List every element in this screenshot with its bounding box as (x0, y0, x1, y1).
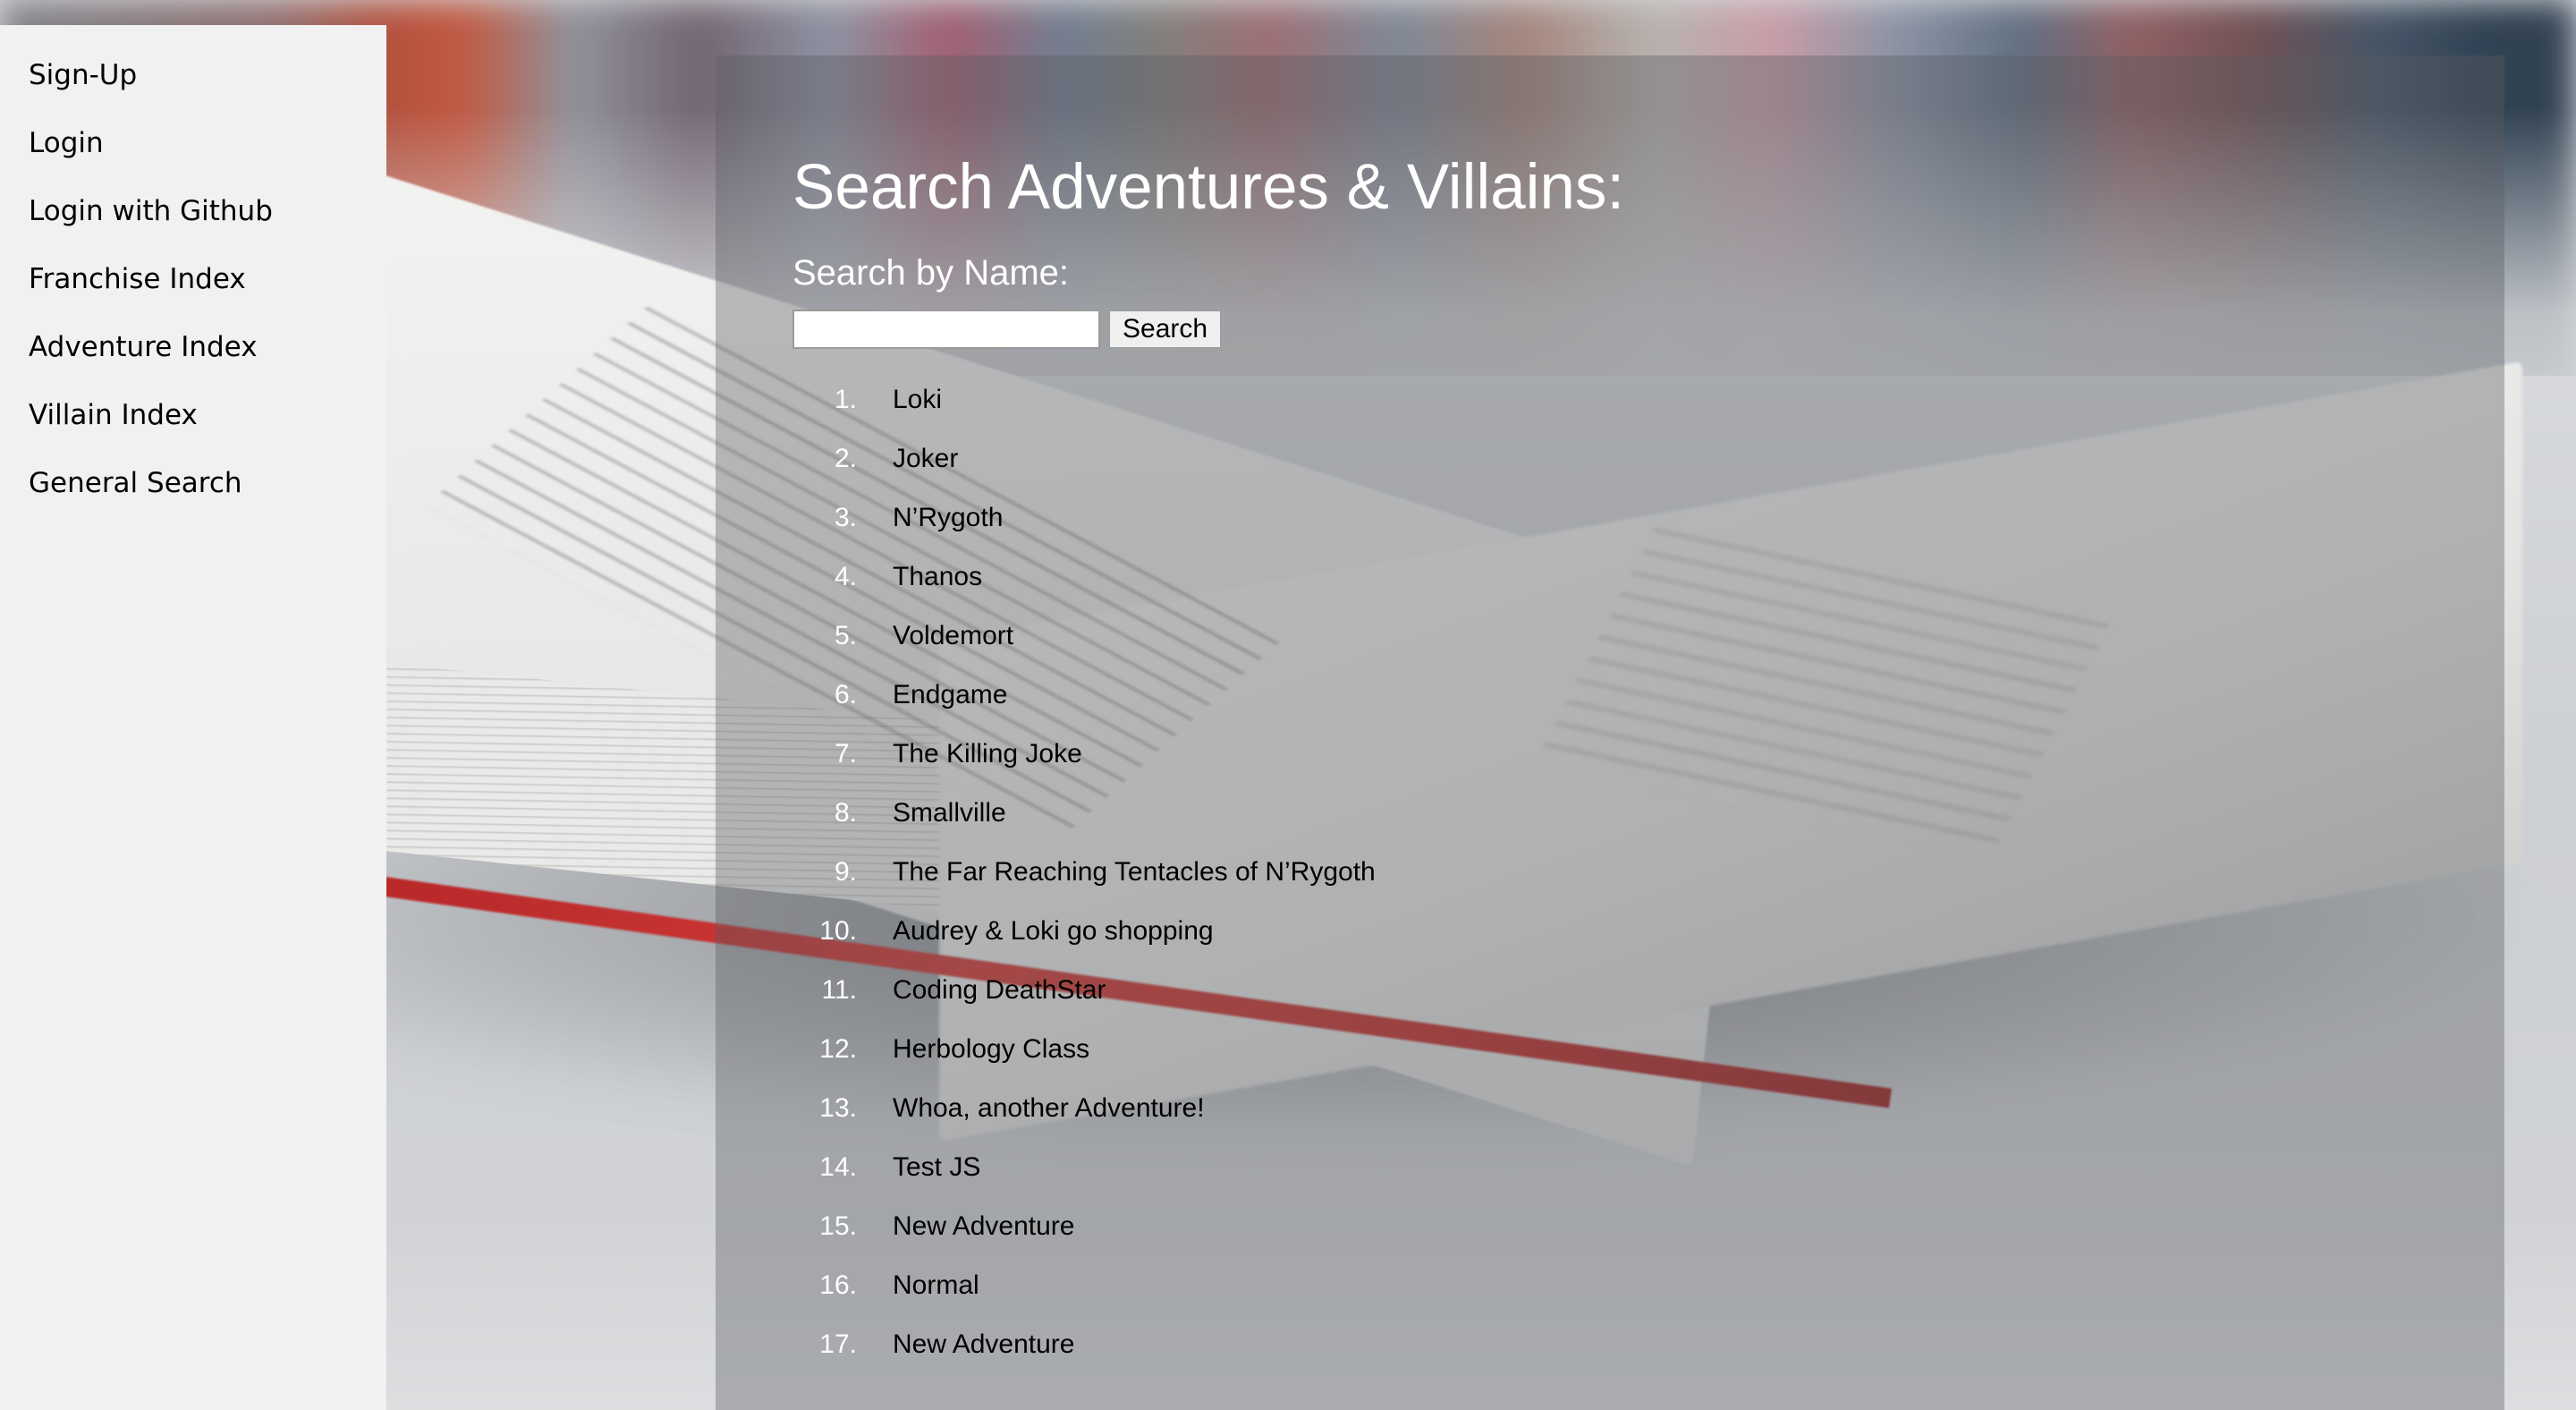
list-item-number: 6. (834, 680, 857, 709)
list-item: 8. Smallville (792, 784, 2504, 843)
result-link[interactable]: The Far Reaching Tentacles of N’Rygoth (893, 857, 1376, 888)
result-link[interactable]: N’Rygoth (893, 503, 1003, 533)
list-item: 9. The Far Reaching Tentacles of N’Rygoth (792, 843, 2504, 902)
result-link[interactable]: Joker (893, 444, 958, 474)
result-link[interactable]: New Adventure (893, 1329, 1074, 1360)
result-link[interactable]: The Killing Joke (893, 739, 1082, 769)
list-item: 14. Test JS (792, 1138, 2504, 1197)
list-item: 4. Thanos (792, 548, 2504, 607)
list-item: 7. The Killing Joke (792, 725, 2504, 784)
list-item: 16. Normal (792, 1256, 2504, 1315)
list-item: 13. Whoa, another Adventure! (792, 1079, 2504, 1138)
result-link[interactable]: Smallville (893, 798, 1006, 828)
list-item-number: 14. (819, 1152, 857, 1182)
result-link[interactable]: Loki (893, 385, 942, 415)
list-item: 3. N’Rygoth (792, 488, 2504, 548)
sidebar-item-sign-up[interactable]: Sign-Up (0, 41, 386, 109)
list-item: 17. New Adventure (792, 1315, 2504, 1374)
list-item: 15. New Adventure (792, 1197, 2504, 1256)
list-item-number: 7. (834, 739, 857, 769)
search-input[interactable] (792, 310, 1100, 349)
search-panel: Search Adventures & Villains: Search by … (716, 55, 2504, 1410)
list-item-number: 15. (819, 1211, 857, 1241)
sidebar-item-login-github[interactable]: Login with Github (0, 177, 386, 245)
sidebar-item-adventure-index[interactable]: Adventure Index (0, 313, 386, 381)
results-list: 1. Loki 2. Joker 3. N’Rygoth 4. Thanos 5. Vol… (792, 370, 2504, 1374)
list-item-number: 16. (819, 1270, 857, 1300)
list-item-number: 12. (819, 1034, 857, 1064)
list-item-number: 1. (834, 385, 857, 414)
sidebar-item-general-search[interactable]: General Search (0, 449, 386, 517)
search-form: Search (792, 310, 2504, 349)
result-link[interactable]: Audrey & Loki go shopping (893, 916, 1214, 947)
list-item-number: 11. (821, 975, 857, 1005)
list-item: 10. Audrey & Loki go shopping (792, 902, 2504, 961)
list-item-number: 9. (834, 857, 857, 887)
list-item-number: 3. (834, 503, 857, 532)
sidebar-item-login[interactable]: Login (0, 109, 386, 177)
result-link[interactable]: Normal (893, 1270, 979, 1301)
result-link[interactable]: Coding DeathStar (893, 975, 1106, 1006)
list-item-number: 2. (834, 444, 857, 473)
page-title: Search Adventures & Villains: (792, 152, 1625, 223)
result-link[interactable]: Voldemort (893, 621, 1013, 651)
list-item: 12. Herbology Class (792, 1020, 2504, 1079)
list-item: 11. Coding DeathStar (792, 961, 2504, 1020)
list-item: 2. Joker (792, 429, 2504, 488)
list-item-number: 8. (834, 798, 857, 828)
sidebar-nav: Sign-Up Login Login with Github Franchis… (0, 25, 386, 1410)
result-link[interactable]: Thanos (893, 562, 982, 592)
sidebar-item-villain-index[interactable]: Villain Index (0, 381, 386, 449)
result-link[interactable]: Whoa, another Adventure! (893, 1093, 1205, 1124)
list-item-number: 5. (834, 621, 857, 650)
result-link[interactable]: Endgame (893, 680, 1007, 710)
list-item-number: 13. (819, 1093, 857, 1123)
search-label: Search by Name: (792, 253, 1070, 293)
list-item-number: 10. (819, 916, 857, 946)
search-button[interactable]: Search (1109, 310, 1222, 348)
list-item-number: 4. (834, 562, 857, 591)
result-link[interactable]: Test JS (893, 1152, 980, 1183)
result-link[interactable]: New Adventure (893, 1211, 1074, 1242)
list-item: 1. Loki (792, 370, 2504, 429)
result-link[interactable]: Herbology Class (893, 1034, 1089, 1065)
sidebar-item-franchise-index[interactable]: Franchise Index (0, 245, 386, 313)
list-item-number: 17. (819, 1329, 857, 1359)
list-item: 6. Endgame (792, 666, 2504, 725)
list-item: 5. Voldemort (792, 607, 2504, 666)
